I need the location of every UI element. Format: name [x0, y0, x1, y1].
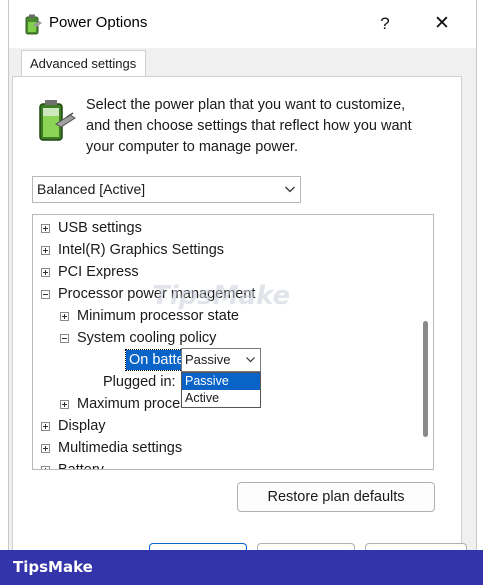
power-options-app-icon	[25, 14, 42, 35]
expand-icon[interactable]	[41, 268, 50, 277]
intro-line-3: your computer to manage power.	[86, 139, 298, 155]
collapse-icon[interactable]	[60, 334, 69, 343]
on-battery-dropdown[interactable]: Passive	[181, 348, 261, 372]
chevron-down-icon	[246, 357, 255, 363]
intro-line-2: and then choose settings that reflect ho…	[86, 118, 412, 134]
expand-icon[interactable]	[60, 400, 69, 409]
chevron-down-icon	[285, 186, 295, 193]
collapse-icon[interactable]	[41, 290, 50, 299]
footer-brand: TipsMake	[13, 558, 93, 576]
on-battery-options-list[interactable]: Passive Active	[181, 372, 261, 408]
help-button[interactable]: ?	[370, 10, 400, 38]
tree-scrollbar[interactable]	[419, 215, 433, 469]
title-bar: Power Options ? ✕	[9, 0, 476, 48]
option-active[interactable]: Active	[182, 390, 260, 407]
close-button[interactable]: ✕	[427, 10, 457, 38]
settings-tree[interactable]: USB settings Intel(R) Graphics Settings …	[32, 214, 434, 470]
expand-icon[interactable]	[41, 466, 50, 469]
footer-band: TipsMake	[0, 550, 483, 585]
expand-icon[interactable]	[41, 224, 50, 233]
scrollbar-thumb[interactable]	[423, 321, 428, 437]
expand-icon[interactable]	[41, 422, 50, 431]
on-battery-value: Passive	[185, 352, 231, 367]
intro-text: Select the power plan that you want to c…	[86, 95, 446, 158]
power-plan-battery-icon	[39, 100, 76, 141]
expand-icon[interactable]	[41, 444, 50, 453]
intro-line-1: Select the power plan that you want to c…	[86, 97, 406, 113]
power-plan-dropdown[interactable]: Balanced [Active]	[32, 176, 301, 203]
tab-advanced-settings[interactable]: Advanced settings	[21, 50, 146, 76]
expand-icon[interactable]	[41, 246, 50, 255]
restore-plan-defaults-button[interactable]: Restore plan defaults	[237, 482, 435, 512]
option-passive[interactable]: Passive	[182, 373, 260, 390]
power-plan-value: Balanced [Active]	[37, 181, 146, 197]
window-title: Power Options	[49, 14, 148, 31]
expand-icon[interactable]	[60, 312, 69, 321]
